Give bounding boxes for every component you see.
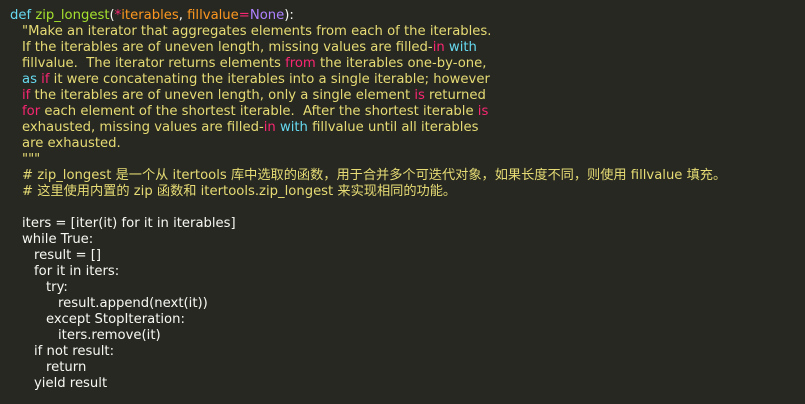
- code-token: each element of the shortest iterable. A…: [40, 104, 478, 119]
- code-token: returned: [424, 88, 486, 103]
- code-token: iters = [iter(it) for it in iterables]: [22, 216, 236, 231]
- code-line: "Make an iterator that aggregates elemen…: [10, 24, 805, 40]
- code-line: if the iterables are of uneven length, o…: [10, 88, 805, 104]
- code-token: for: [22, 104, 41, 119]
- code-line: # 这里使用内置的 zip 函数和 itertools.zip_longest …: [10, 184, 805, 200]
- code-token: is: [414, 88, 425, 103]
- code-token: it were concatenating the iterables into…: [49, 72, 490, 87]
- code-token: If the iterables are of uneven length, m…: [22, 40, 433, 55]
- code-token: yield result: [34, 376, 108, 391]
- code-token: fillvalue. The iterator returns elements: [22, 56, 286, 71]
- code-line: if not result:: [10, 344, 805, 360]
- code-token: # 这里使用内置的 zip 函数和 itertools.zip_longest …: [22, 184, 457, 199]
- code-line: fillvalue. The iterator returns elements…: [10, 56, 805, 72]
- code-token: result.append(next(it)): [58, 296, 208, 311]
- code-token: result = []: [34, 248, 102, 263]
- code-line: result.append(next(it)): [10, 296, 805, 312]
- code-line: def zip_longest(*iterables, fillvalue=No…: [10, 8, 805, 24]
- code-token: in: [432, 40, 449, 55]
- code-token: iters.remove(it): [58, 328, 161, 343]
- code-token: with: [279, 120, 308, 135]
- code-token: # zip_longest 是一个从 itertools 库中选取的函数，用于合…: [22, 168, 727, 183]
- code-token: in: [263, 120, 280, 135]
- code-token: fillvalue until all iterables: [307, 120, 479, 135]
- code-line: return: [10, 360, 805, 376]
- code-token: except StopIteration:: [46, 312, 185, 327]
- code-line: If the iterables are of uneven length, m…: [10, 40, 805, 56]
- code-token: exhausted, missing values are filled-: [22, 120, 264, 135]
- code-token: while True:: [22, 232, 94, 247]
- code-line: """: [10, 152, 805, 168]
- code-token: def: [10, 8, 36, 23]
- code-token: iterables: [121, 8, 179, 23]
- code-line: iters = [iter(it) for it in iterables]: [10, 216, 805, 232]
- code-line: iters.remove(it): [10, 328, 805, 344]
- code-token: are exhausted.: [22, 136, 121, 151]
- code-token: with: [448, 40, 477, 55]
- code-line: as if it were concatenating the iterable…: [10, 72, 805, 88]
- code-token: """: [22, 152, 41, 167]
- code-token: fillvalue: [187, 8, 239, 23]
- code-token: return: [46, 360, 87, 375]
- code-line: exhausted, missing values are filled-in …: [10, 120, 805, 136]
- code-token: ,: [178, 8, 188, 23]
- code-token: zip_longest: [35, 8, 110, 23]
- code-token: if not result:: [34, 344, 115, 359]
- code-line: except StopIteration:: [10, 312, 805, 328]
- code-token: for it in iters:: [34, 264, 120, 279]
- code-line: yield result: [10, 376, 805, 392]
- code-line: # zip_longest 是一个从 itertools 库中选取的函数，用于合…: [10, 168, 805, 184]
- code-token: the iterables are of uneven length, only…: [30, 88, 415, 103]
- code-token: =: [238, 8, 250, 23]
- code-line: while True:: [10, 232, 805, 248]
- code-token: try:: [46, 280, 68, 295]
- code-token: ):: [284, 8, 294, 23]
- code-token: None: [249, 8, 285, 23]
- code-line: try:: [10, 280, 805, 296]
- code-token: "Make an iterator that aggregates elemen…: [22, 24, 492, 39]
- code-editor[interactable]: def zip_longest(*iterables, fillvalue=No…: [0, 0, 805, 404]
- code-token: from: [285, 56, 316, 71]
- code-line: for each element of the shortest iterabl…: [10, 104, 805, 120]
- code-line: are exhausted.: [10, 136, 805, 152]
- code-token: as: [22, 72, 42, 87]
- code-line: result = []: [10, 248, 805, 264]
- code-token: is: [477, 104, 489, 119]
- code-token: the iterables one-by-one,: [315, 56, 487, 71]
- code-line: for it in iters:: [10, 264, 805, 280]
